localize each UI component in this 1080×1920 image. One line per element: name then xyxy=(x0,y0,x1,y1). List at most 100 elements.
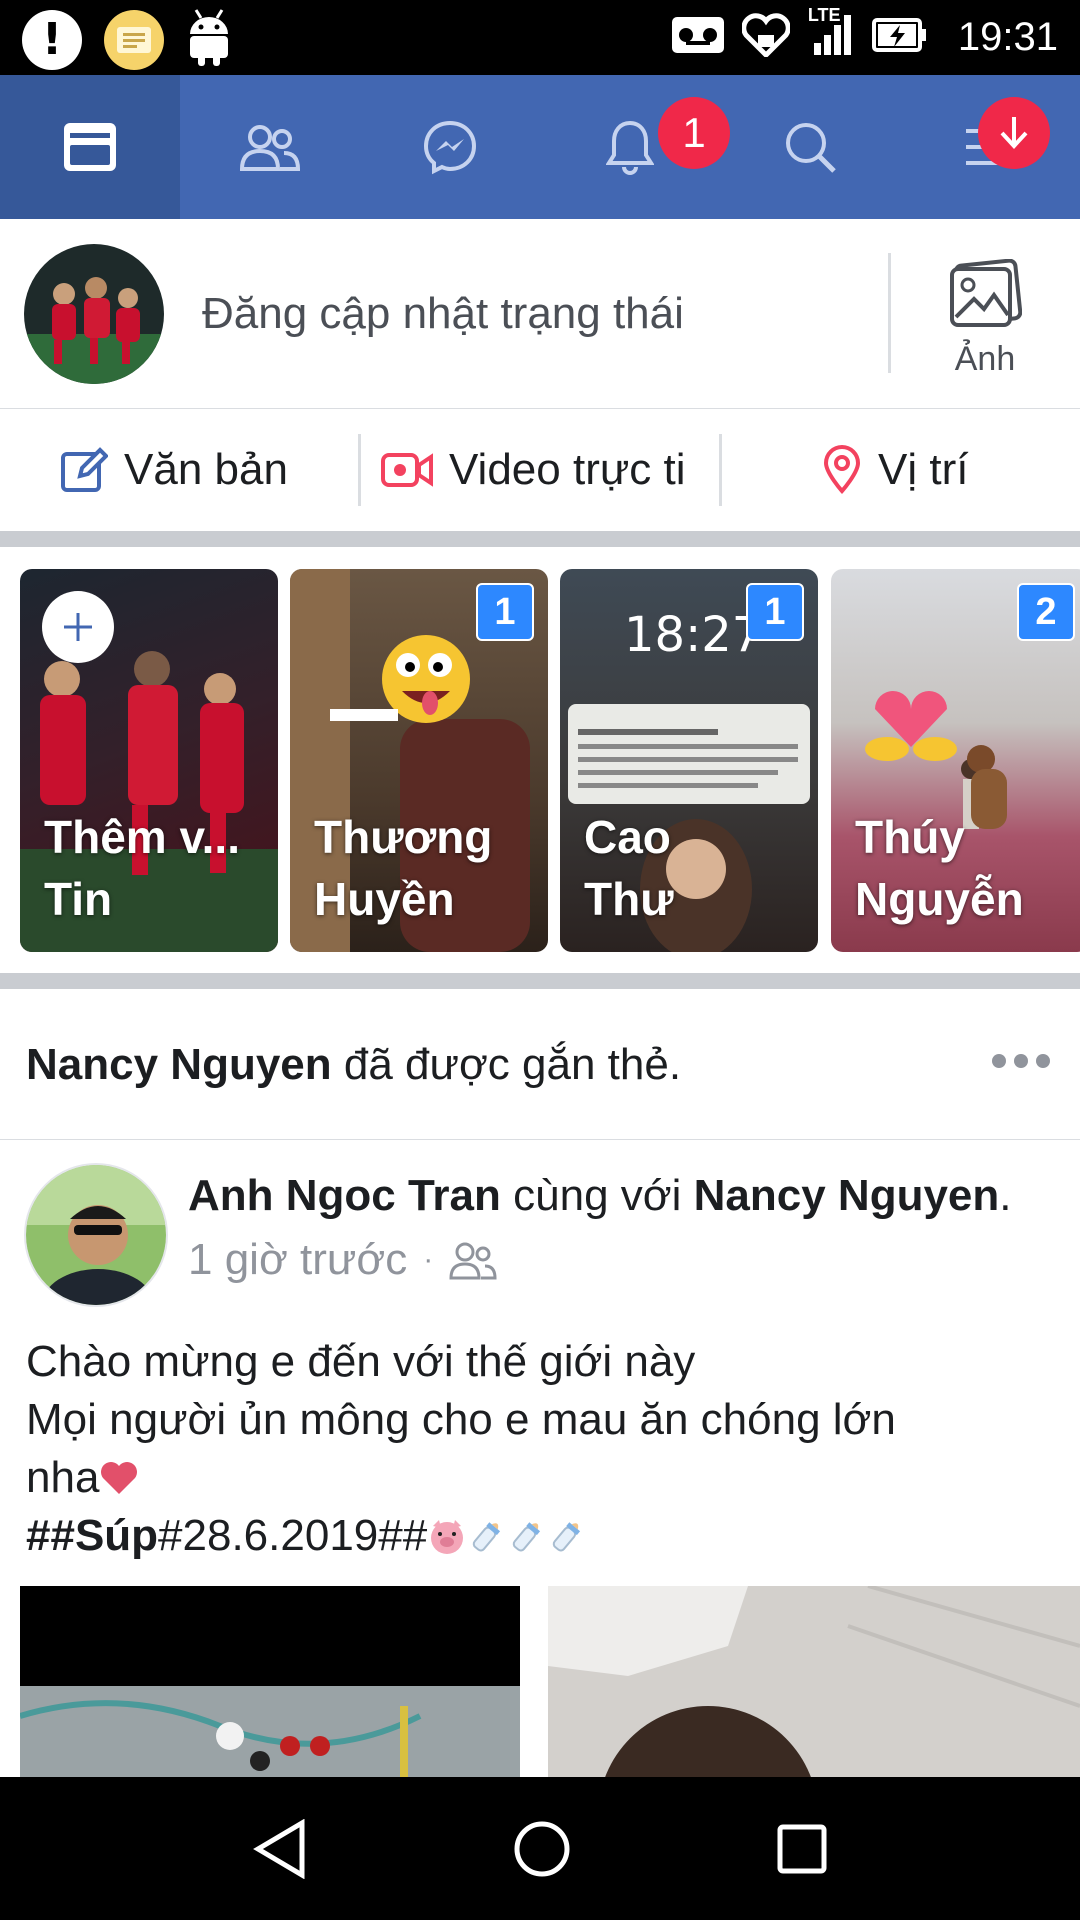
location-button[interactable]: Vị trí xyxy=(722,410,1077,530)
post-photo[interactable] xyxy=(20,1586,520,1777)
location-pin-icon xyxy=(823,445,861,495)
story-name-line: Thêm v... xyxy=(44,811,240,863)
section-divider xyxy=(0,973,1080,989)
story-name-line: Thư xyxy=(584,873,674,925)
post-with-text: cùng với xyxy=(500,1171,694,1220)
tab-friends[interactable] xyxy=(180,75,360,219)
baby-bottle-emoji xyxy=(472,1522,501,1552)
system-navigation-bar xyxy=(0,1777,1080,1920)
svg-text:18:27: 18:27 xyxy=(624,607,762,663)
story-name-line: Thúy xyxy=(855,811,965,863)
post-period: . xyxy=(999,1171,1012,1220)
post-timestamp[interactable]: 1 giờ trước xyxy=(188,1235,407,1285)
story-count-badge: 1 xyxy=(746,583,804,641)
tagged-user-link[interactable]: Nancy Nguyen xyxy=(26,1040,332,1089)
tag-notice-suffix: đã được gắn thẻ. xyxy=(331,1040,682,1089)
story-name-line: Tin xyxy=(44,873,113,925)
tag-notice: Nancy Nguyen đã được gắn thẻ. xyxy=(0,990,1080,1140)
baby-bottle-emoji xyxy=(512,1522,541,1552)
feed-post: Anh Ngoc Tran cùng với Nancy Nguyen. 1 g… xyxy=(0,1141,1080,1777)
voicemail-icon xyxy=(671,17,724,58)
meta-separator: · xyxy=(423,1243,434,1276)
android-icon xyxy=(186,8,232,71)
location-label: Vị trí xyxy=(878,445,969,494)
avatar[interactable] xyxy=(24,244,164,384)
signal-icon: LTE xyxy=(808,5,854,62)
status-input[interactable]: Đăng cập nhật trạng thái xyxy=(202,289,684,339)
post-text-line: ##Súp#28.6.2019## xyxy=(26,1507,1056,1565)
post-header: Anh Ngoc Tran cùng với Nancy Nguyen. xyxy=(188,1171,1058,1221)
live-video-label: Video trực ti xyxy=(449,445,686,494)
heart-emoji xyxy=(101,1462,138,1494)
live-video-button[interactable]: Video trực ti xyxy=(361,410,719,530)
baby-bottle-emoji xyxy=(552,1522,581,1552)
recents-icon[interactable] xyxy=(776,1823,828,1875)
photo-icon xyxy=(950,258,1023,327)
post-text-line: nha xyxy=(26,1449,1056,1507)
search-icon xyxy=(786,123,836,173)
photo-label: Ảnh xyxy=(954,340,1016,378)
status-bar: ! LTE 19:31 xyxy=(0,0,1080,75)
clock: 19:31 xyxy=(957,15,1058,59)
tab-notifications[interactable]: 1 xyxy=(540,75,730,219)
story-card[interactable]: 18:27 1 Cao Thư xyxy=(560,569,818,952)
composer-divider xyxy=(888,253,891,373)
post-meta: 1 giờ trước · xyxy=(188,1235,497,1285)
post-text-segment: #28.6.2019## xyxy=(158,1511,428,1560)
tab-news-feed[interactable] xyxy=(0,75,180,219)
story-name-line: Huyền xyxy=(314,873,455,925)
story-add[interactable]: Thêm v... Tin xyxy=(20,569,278,952)
status-composer: Đăng cập nhật trạng thái Ảnh xyxy=(0,219,1080,409)
friends-audience-icon xyxy=(449,1242,497,1280)
story-name-line: Thương xyxy=(314,811,493,863)
alert-icon: ! xyxy=(22,9,82,70)
top-navigation: 1 xyxy=(0,75,1080,219)
tab-search[interactable] xyxy=(720,75,900,219)
note-icon xyxy=(104,9,164,70)
text-post-button[interactable]: Văn bản xyxy=(0,410,358,530)
story-count-badge: 1 xyxy=(476,583,534,641)
messenger-icon xyxy=(423,120,477,175)
post-author-link[interactable]: Anh Ngoc Tran xyxy=(188,1171,501,1220)
status-notifications: ! xyxy=(22,8,232,71)
story-name-line: Cao xyxy=(584,811,671,863)
stories-tray: Thêm v... Tin 1 Thương Huyền 18:27 1 Cao… xyxy=(0,547,1080,973)
battery-charging-icon xyxy=(871,17,928,58)
news-feed-icon xyxy=(64,123,116,171)
bell-icon xyxy=(606,120,654,175)
pig-emoji xyxy=(431,1520,464,1554)
status-system: LTE 19:31 xyxy=(671,0,1058,75)
post-body: Chào mừng e đến với thế giới này Mọi ngư… xyxy=(26,1333,1056,1565)
photo-button[interactable]: Ảnh xyxy=(935,258,1035,379)
hashtag-link[interactable]: ##Súp xyxy=(26,1511,158,1560)
heart-icon xyxy=(741,13,791,62)
edit-icon xyxy=(61,447,108,492)
home-icon[interactable] xyxy=(512,1819,572,1879)
post-text-segment: nha xyxy=(26,1453,100,1502)
post-text-line: Chào mừng e đến với thế giới này xyxy=(26,1337,696,1386)
download-icon[interactable] xyxy=(978,97,1050,169)
post-tagged-link[interactable]: Nancy Nguyen xyxy=(694,1171,1000,1220)
friends-icon xyxy=(240,125,300,171)
tag-notice-text: Nancy Nguyen đã được gắn thẻ. xyxy=(26,1040,681,1090)
story-card[interactable]: 2 Thúy Nguyễn xyxy=(831,569,1080,952)
post-author-avatar[interactable] xyxy=(24,1163,168,1307)
post-photo[interactable] xyxy=(548,1586,1080,1777)
story-name: Thương Huyền xyxy=(314,806,544,930)
story-name: Cao Thư xyxy=(584,806,814,930)
post-text-line: Mọi người ủn mông cho e mau ăn chóng lớn xyxy=(26,1395,896,1444)
back-icon[interactable] xyxy=(252,1818,308,1879)
add-story-icon[interactable] xyxy=(42,591,114,663)
tab-menu[interactable] xyxy=(900,75,1080,219)
story-name: Thúy Nguyễn xyxy=(855,806,1080,930)
tab-messenger[interactable] xyxy=(360,75,540,219)
more-options-icon[interactable] xyxy=(992,1054,1050,1068)
story-name: Thêm v... Tin xyxy=(44,806,274,930)
story-count-badge: 2 xyxy=(1017,583,1075,641)
story-card[interactable]: 1 Thương Huyền xyxy=(290,569,548,952)
section-divider xyxy=(0,531,1080,547)
composer-actions: Văn bản Video trực ti Vị trí xyxy=(0,410,1080,530)
story-name-line: Nguyễn xyxy=(855,873,1024,925)
text-post-label: Văn bản xyxy=(124,445,288,494)
network-type: LTE xyxy=(807,5,841,25)
